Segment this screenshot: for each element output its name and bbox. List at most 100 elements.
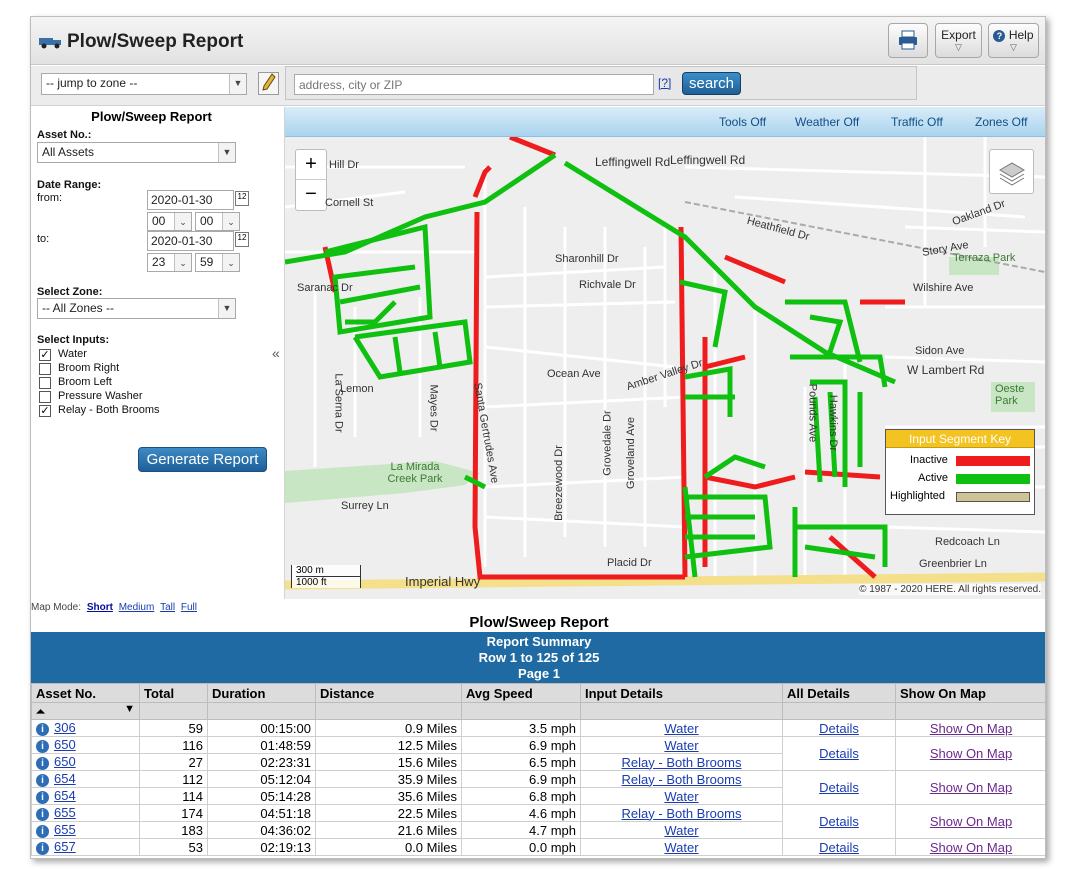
edit-zone-button[interactable] (258, 72, 279, 95)
total-cell: 112 (139, 770, 208, 788)
collapse-panel-icon[interactable]: « (272, 345, 280, 361)
legend-active-label: Active (918, 472, 948, 484)
details-link[interactable]: Details (819, 780, 859, 795)
map-mode-tall[interactable]: Tall (160, 602, 175, 613)
info-icon[interactable]: i (36, 773, 49, 787)
asset-link[interactable]: 306 (54, 720, 76, 735)
distance-cell: 0.0 Miles (315, 838, 462, 856)
details-link[interactable]: Details (819, 840, 859, 855)
column-header[interactable]: Duration (207, 683, 316, 703)
info-icon[interactable]: i (36, 739, 49, 753)
input-details-link[interactable]: Relay - Both Brooms (622, 772, 742, 787)
sort-up-icon[interactable]: ⏶ (36, 706, 45, 718)
layers-button[interactable] (989, 149, 1034, 194)
print-button[interactable] (888, 23, 928, 58)
show-on-map-link[interactable]: Show On Map (930, 780, 1012, 795)
input-details-link[interactable]: Water (664, 823, 698, 838)
pressure-washer-checkbox[interactable] (39, 391, 51, 403)
zones-toggle[interactable]: Zones Off (975, 115, 1027, 129)
relay-both-brooms-checkbox[interactable]: ✓ (39, 405, 51, 417)
help-button[interactable]: ? Help ▽ (988, 23, 1039, 58)
search-help-link[interactable]: [?] (658, 76, 671, 90)
export-button[interactable]: Export ▽ (935, 23, 982, 58)
calendar-icon[interactable]: 12 (235, 232, 249, 247)
report-title: Plow/Sweep Report (469, 614, 609, 631)
asset-link[interactable]: 650 (54, 737, 76, 752)
weather-toggle[interactable]: Weather Off (795, 115, 859, 129)
to-minute-select[interactable]: 59 ⌄ (195, 253, 240, 272)
street-label: Richvale Dr (579, 279, 636, 291)
asset-link[interactable]: 654 (54, 771, 76, 786)
info-icon[interactable]: i (36, 756, 49, 770)
column-header[interactable]: Show On Map (895, 683, 1045, 703)
broom-right-checkbox[interactable] (39, 363, 51, 375)
asset-link[interactable]: 654 (54, 788, 76, 803)
asset-link[interactable]: 657 (54, 839, 76, 854)
zoom-in-button[interactable]: + (296, 150, 326, 180)
show-on-map-link[interactable]: Show On Map (930, 721, 1012, 736)
column-header[interactable]: Total (139, 683, 208, 703)
tools-toggle[interactable]: Tools Off (719, 115, 766, 129)
map-mode-short[interactable]: Short (87, 602, 113, 613)
zone-select[interactable]: -- All Zones -- ▼ (37, 298, 236, 319)
zone-jump-select[interactable]: -- jump to zone -- ▼ (41, 73, 247, 95)
map-mode-medium[interactable]: Medium (119, 602, 155, 613)
column-header[interactable]: Distance (315, 683, 462, 703)
asset-link[interactable]: 655 (54, 822, 76, 837)
search-button[interactable]: search (682, 72, 741, 95)
duration-cell: 05:12:04 (207, 770, 316, 788)
input-details-link[interactable]: Water (664, 738, 698, 753)
generate-report-button[interactable]: Generate Report (138, 447, 267, 472)
details-link[interactable]: Details (819, 721, 859, 736)
column-header[interactable]: All Details (782, 683, 896, 703)
panel-title: Plow/Sweep Report (91, 109, 212, 124)
column-header[interactable]: Avg Speed (461, 683, 581, 703)
street-label: Redcoach Ln (935, 536, 1000, 548)
input-details-link[interactable]: Water (664, 789, 698, 804)
info-icon[interactable]: i (36, 790, 49, 804)
street-label: Grovedale Dr (601, 410, 614, 476)
street-label: Wilshire Ave (913, 282, 974, 294)
to-hour-select[interactable]: 23 ⌄ (147, 253, 192, 272)
page-indicator: Page 1 (518, 666, 560, 681)
map-mode-full[interactable]: Full (181, 602, 197, 613)
empty-filter-cell (782, 702, 896, 720)
duration-cell: 02:23:31 (207, 753, 316, 771)
address-search-input[interactable] (294, 74, 654, 95)
input-details-link[interactable]: Relay - Both Brooms (622, 806, 742, 821)
sort-down-icon[interactable]: ▼ (124, 703, 135, 715)
traffic-toggle[interactable]: Traffic Off (891, 115, 943, 129)
input-details-link[interactable]: Water (664, 840, 698, 855)
info-icon[interactable]: i (36, 824, 49, 838)
show-on-map-link[interactable]: Show On Map (930, 814, 1012, 829)
asset-link[interactable]: 655 (54, 805, 76, 820)
street-label: Saranac Dr (297, 282, 353, 294)
water-checkbox[interactable]: ✓ (39, 349, 51, 361)
from-minute-select[interactable]: 00 ⌄ (195, 212, 240, 231)
from-date-input[interactable]: 2020-01-30 (147, 190, 234, 210)
calendar-icon[interactable]: 12 (235, 191, 249, 206)
zone-label: Select Zone: (37, 286, 103, 298)
info-icon[interactable]: i (36, 841, 49, 855)
asset-select[interactable]: All Assets ▼ (37, 142, 236, 163)
map-view[interactable]: Tools Off Weather Off Traffic Off Zones … (285, 107, 1045, 599)
to-date-input[interactable]: 2020-01-30 (147, 231, 234, 251)
show-on-map-link[interactable]: Show On Map (930, 746, 1012, 761)
details-link[interactable]: Details (819, 746, 859, 761)
input-details-link[interactable]: Relay - Both Brooms (622, 755, 742, 770)
info-icon[interactable]: i (36, 722, 49, 736)
details-link[interactable]: Details (819, 814, 859, 829)
report-summary-header: Report Summary Row 1 to 125 of 125 Page … (31, 632, 1045, 684)
column-header[interactable]: Asset No. (31, 683, 140, 703)
zoom-out-button[interactable]: − (296, 180, 326, 210)
asset-link[interactable]: 650 (54, 754, 76, 769)
street-label: Greenbrier Ln (919, 558, 987, 570)
column-header[interactable]: Input Details (580, 683, 783, 703)
input-details-link[interactable]: Water (664, 721, 698, 736)
duration-cell: 02:19:13 (207, 838, 316, 856)
from-hour-select[interactable]: 00 ⌄ (147, 212, 192, 231)
show-on-map-link[interactable]: Show On Map (930, 840, 1012, 855)
info-icon[interactable]: i (36, 807, 49, 821)
broom-left-checkbox[interactable] (39, 377, 51, 389)
layers-icon (999, 162, 1025, 186)
